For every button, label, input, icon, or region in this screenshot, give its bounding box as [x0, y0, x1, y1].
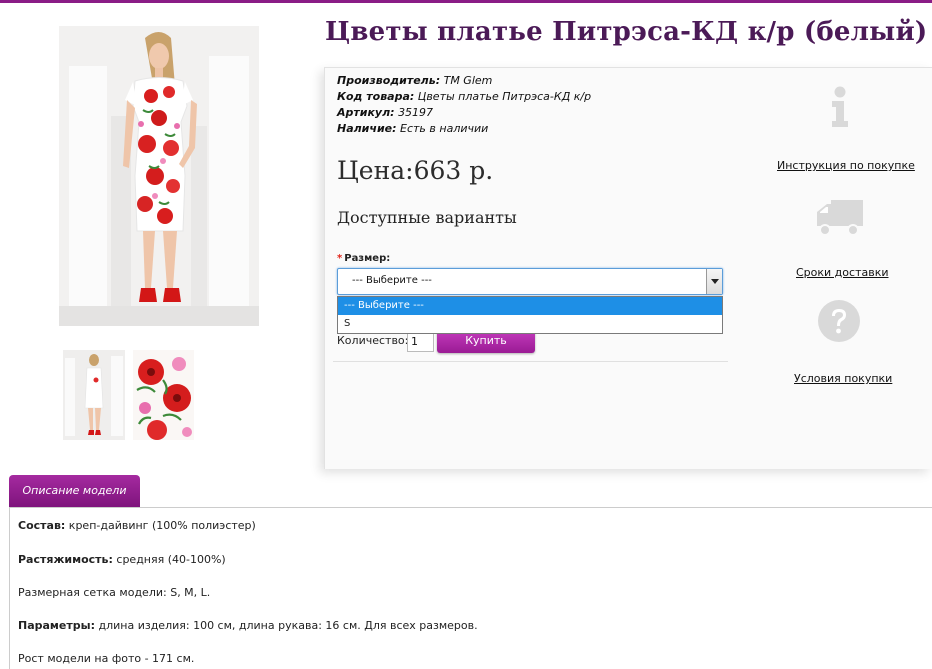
instruction-link[interactable]: Инструкция по покупке	[777, 159, 915, 172]
meta-product-code: Код товара: Цветы платье Питрэса-КД к/р	[337, 90, 592, 103]
tab-description[interactable]: Описание модели	[9, 475, 140, 508]
info-icon	[829, 86, 851, 128]
main-product-photo[interactable]	[59, 26, 259, 326]
size-select-toggle[interactable]	[706, 269, 722, 294]
meta-availability: Наличие: Есть в наличии	[337, 122, 489, 135]
top-accent-line	[0, 0, 932, 3]
size-dropdown-list: --- Выберите --- S	[337, 296, 723, 334]
question-icon	[817, 299, 861, 343]
description-stretch: Растяжимость: средняя (40-100%)	[18, 553, 226, 566]
conditions-link[interactable]: Условия покупки	[794, 372, 892, 385]
meta-manufacturer: Производитель: ТМ Glem	[337, 74, 493, 87]
size-label: * Размер:	[337, 253, 391, 264]
divider	[333, 361, 728, 362]
required-mark: *	[337, 253, 343, 264]
description-composition: Состав: креп-дайвинг (100% полиэстер)	[18, 519, 256, 532]
chevron-down-icon	[711, 279, 719, 284]
product-price: Цена:663 р.	[337, 156, 494, 185]
delivery-link[interactable]: Сроки доставки	[796, 266, 889, 279]
quantity-label: Количество:	[337, 334, 409, 347]
product-meta: Производитель: ТМ Glem Код товара: Цветы…	[337, 73, 591, 137]
quantity-input[interactable]: 1	[407, 332, 434, 352]
size-option-s[interactable]: S	[338, 315, 722, 333]
meta-article: Артикул: 35197	[337, 106, 434, 119]
size-select[interactable]: --- Выберите ---	[337, 268, 723, 295]
thumbnail-fabric-closeup[interactable]	[133, 350, 194, 440]
size-option-placeholder[interactable]: --- Выберите ---	[338, 297, 722, 315]
thumbnail-back-view[interactable]	[63, 350, 125, 440]
variants-heading: Доступные варианты	[337, 208, 517, 227]
product-title: Цветы платье Питрэса-КД к/р (белый)	[325, 17, 928, 47]
description-parameters: Параметры: длина изделия: 100 см, длина …	[18, 619, 478, 632]
description-sizes: Размерная сетка модели: S, M, L.	[18, 586, 211, 599]
size-select-value: --- Выберите ---	[352, 275, 432, 286]
truck-icon	[815, 198, 865, 238]
description-model-height: Рост модели на фото - 171 см.	[18, 652, 195, 665]
